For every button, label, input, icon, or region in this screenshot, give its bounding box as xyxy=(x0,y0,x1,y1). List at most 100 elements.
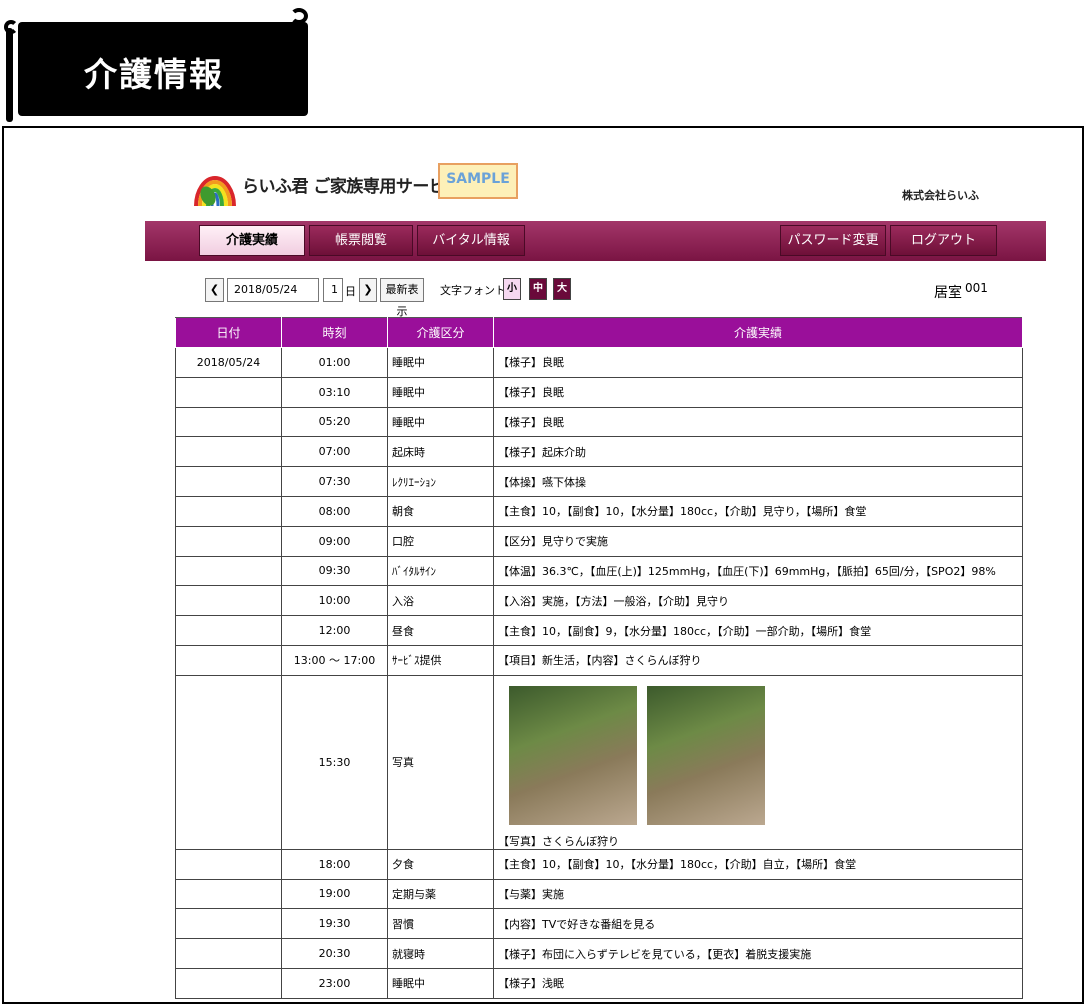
cell-date xyxy=(175,615,282,646)
cell-category: 起床時 xyxy=(387,436,494,468)
photo-gallery xyxy=(498,676,1018,831)
photo-caption: 【写真】さくらんぼ狩り xyxy=(498,834,619,848)
cell-time: 10:00 xyxy=(281,585,388,617)
table-row: 10:00 入浴 【入浴】実施，【方法】一般浴，【介助】見守り xyxy=(175,585,1023,617)
cell-date xyxy=(175,908,282,940)
cell-date xyxy=(175,436,282,468)
cell-record: 【入浴】実施，【方法】一般浴，【介助】見守り xyxy=(493,585,1023,617)
cell-record: 【内容】TVで好きな番組を見る xyxy=(493,908,1023,940)
cell-time: 08:00 xyxy=(281,495,388,527)
prev-day-button[interactable]: ❮ xyxy=(205,278,224,302)
scroll-rod xyxy=(6,28,13,122)
cell-date xyxy=(175,674,282,850)
cell-category: 睡眠中 xyxy=(387,347,494,378)
table-row: 07:00 起床時 【様子】起床介助 xyxy=(175,436,1023,468)
cell-record: 【様子】良眠 xyxy=(493,376,1023,408)
next-day-button[interactable]: ❯ xyxy=(359,278,377,302)
font-large-button[interactable]: 大 xyxy=(553,278,571,300)
table-row: 13:00 ～ 17:00 ｻｰﾋﾞｽ提供 【項目】新生活，【内容】さくらんぼ狩り xyxy=(175,644,1023,676)
page-title: 介護情報 xyxy=(84,55,224,94)
table-row: 12:00 昼食 【主食】10，【副食】9，【水分量】180cc，【介助】一部介助，… xyxy=(175,615,1023,646)
cell-record: 【様子】良眠 xyxy=(493,347,1023,378)
cell-category: 睡眠中 xyxy=(387,406,494,438)
cell-category: 夕食 xyxy=(387,848,494,880)
cherry-picking-photo[interactable] xyxy=(647,685,765,825)
cell-category: 朝食 xyxy=(387,495,494,527)
room-label: 居室 xyxy=(934,285,962,301)
tab-vitals[interactable]: バイタル情報 xyxy=(417,225,525,256)
table-row: 09:30 ﾊﾞｲﾀﾙｻｲﾝ 【体温】36.3℃，【血圧(上)】125mmHg，【血… xyxy=(175,555,1023,587)
cell-time: 13:00 ～ 17:00 xyxy=(281,644,388,676)
cell-time: 09:00 xyxy=(281,525,388,557)
table-row: 05:20 睡眠中 【様子】良眠 xyxy=(175,406,1023,438)
cell-time: 18:00 xyxy=(281,848,388,880)
table-row: 19:30 習慣 【内容】TVで好きな番組を見る xyxy=(175,908,1023,940)
cell-time: 07:00 xyxy=(281,436,388,468)
tab-reports[interactable]: 帳票閲覧 xyxy=(309,225,413,256)
cell-date xyxy=(175,466,282,497)
cell-time: 19:00 xyxy=(281,878,388,910)
cell-time: 09:30 xyxy=(281,555,388,587)
cell-category: ﾊﾞｲﾀﾙｻｲﾝ xyxy=(387,555,494,587)
tab-care-records[interactable]: 介護実績 xyxy=(199,225,305,256)
table-header-row: 日付 時刻 介護区分 介護実績 xyxy=(175,317,1023,348)
cell-time: 19:30 xyxy=(281,908,388,940)
column-header-category: 介護区分 xyxy=(387,317,494,348)
cell-record: 【体温】36.3℃，【血圧(上)】125mmHg，【血圧(下)】69mmHg，【… xyxy=(493,555,1023,587)
scroll-curl-right-icon xyxy=(290,8,308,24)
date-input[interactable]: 2018/05/24 xyxy=(227,278,319,302)
table-row: 09:00 口腔 【区分】見守りで実施 xyxy=(175,525,1023,557)
cell-category: 写真 xyxy=(387,674,494,850)
room-number: 001 xyxy=(965,281,988,295)
cell-date: 2018/05/24 xyxy=(175,347,282,378)
cell-record: 【写真】さくらんぼ狩り xyxy=(493,674,1023,850)
font-size-label: 文字フォント: xyxy=(440,284,510,297)
table-row: 15:30 写真 【写真】さくらんぼ狩り xyxy=(175,674,1023,850)
refresh-button[interactable]: 最新表示 xyxy=(380,278,424,318)
rainbow-logo-icon xyxy=(194,176,236,207)
cell-record: 【与薬】実施 xyxy=(493,878,1023,910)
page-title-banner: 介護情報 xyxy=(4,8,308,122)
cell-date xyxy=(175,525,282,557)
cell-record: 【様子】起床介助 xyxy=(493,436,1023,468)
table-row: 23:00 睡眠中 【様子】浅眠 xyxy=(175,967,1023,999)
company-name: 株式会社らいふ xyxy=(902,189,979,202)
service-name: らいふ君 ご家族専用サービス xyxy=(242,177,462,197)
table-row: 19:00 定期与薬 【与薬】実施 xyxy=(175,878,1023,910)
cell-time: 07:30 xyxy=(281,466,388,497)
font-small-button[interactable]: 小 xyxy=(503,278,521,300)
sample-badge: SAMPLE xyxy=(438,163,518,199)
cell-category: 睡眠中 xyxy=(387,967,494,999)
cell-category: ﾚｸﾘｴｰｼｮﾝ xyxy=(387,466,494,497)
cell-record: 【様子】浅眠 xyxy=(493,967,1023,999)
table-row: 20:30 就寝時 【様子】布団に入らずテレビを見ている，【更衣】着脱支援実施 xyxy=(175,938,1023,969)
table-row: 18:00 夕食 【主食】10，【副食】10，【水分量】180cc，【介助】自立，【… xyxy=(175,848,1023,880)
table-row: 2018/05/24 01:00 睡眠中 【様子】良眠 xyxy=(175,347,1023,378)
font-medium-button[interactable]: 中 xyxy=(529,278,547,300)
table-row: 03:10 睡眠中 【様子】良眠 xyxy=(175,376,1023,408)
table-row: 07:30 ﾚｸﾘｴｰｼｮﾝ 【体操】嚥下体操 xyxy=(175,466,1023,497)
cell-date xyxy=(175,495,282,527)
days-input[interactable]: 1 xyxy=(323,278,343,302)
cell-record: 【体操】嚥下体操 xyxy=(493,466,1023,497)
cell-date xyxy=(175,878,282,910)
cell-record: 【様子】良眠 xyxy=(493,406,1023,438)
logout-button[interactable]: ログアウト xyxy=(890,225,997,256)
cell-date xyxy=(175,848,282,880)
cell-record: 【様子】布団に入らずテレビを見ている，【更衣】着脱支援実施 xyxy=(493,938,1023,969)
cell-date xyxy=(175,376,282,408)
cherry-picking-photo[interactable] xyxy=(509,685,637,825)
cell-time: 03:10 xyxy=(281,376,388,408)
cell-record: 【主食】10，【副食】10，【水分量】180cc，【介助】見守り，【場所】食堂 xyxy=(493,495,1023,527)
cell-time: 23:00 xyxy=(281,967,388,999)
cell-category: 口腔 xyxy=(387,525,494,557)
cell-category: 就寝時 xyxy=(387,938,494,969)
cell-category: 睡眠中 xyxy=(387,376,494,408)
cell-time: 05:20 xyxy=(281,406,388,438)
cell-category: ｻｰﾋﾞｽ提供 xyxy=(387,644,494,676)
column-header-time: 時刻 xyxy=(281,317,388,348)
password-change-button[interactable]: パスワード変更 xyxy=(780,225,886,256)
cell-date xyxy=(175,967,282,999)
cell-time: 01:00 xyxy=(281,347,388,378)
cell-record: 【主食】10，【副食】9，【水分量】180cc，【介助】一部介助，【場所】食堂 xyxy=(493,615,1023,646)
